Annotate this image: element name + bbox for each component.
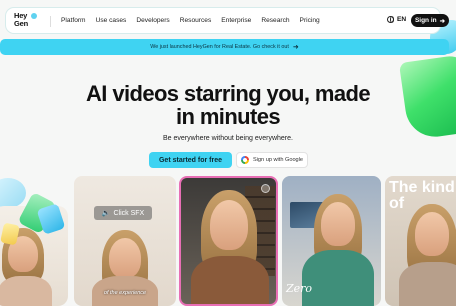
hero-title: AI videos starring you, made in minutes	[0, 82, 456, 128]
sound-effect-label: Click SFX	[113, 209, 145, 217]
nav-divider	[50, 16, 51, 27]
video-card-1[interactable]: 🔈 Click SFX of the experience	[74, 176, 176, 306]
sound-effect-chip: 🔈 Click SFX	[94, 206, 152, 220]
record-icon	[261, 184, 270, 193]
sign-in-button[interactable]: Sign in ➜	[411, 14, 449, 27]
nav-item-enterprise[interactable]: Enterprise	[221, 17, 251, 24]
avatar-body	[0, 276, 52, 306]
google-signup-button[interactable]: Sign up with Google	[236, 152, 308, 168]
nav-menu: Platform Use cases Developers Resources …	[61, 8, 330, 33]
google-icon	[240, 156, 249, 164]
arrow-right-icon: ➜	[439, 17, 446, 25]
top-navigation: Hey Gen Platform Use cases Developers Re…	[5, 7, 449, 34]
speaker-icon: 🔈	[101, 210, 111, 217]
nav-item-pricing[interactable]: Pricing	[300, 17, 320, 24]
avatar-face	[321, 202, 355, 246]
nav-item-platform[interactable]: Platform	[61, 17, 86, 24]
avatar-body	[302, 250, 374, 306]
arrow-right-icon: ➜	[292, 44, 299, 51]
nav-item-resources[interactable]: Resources	[180, 17, 212, 24]
video-overlay-text: Zero	[286, 282, 313, 295]
video-caption: of the experience	[103, 290, 147, 296]
nav-item-developers[interactable]: Developers	[136, 17, 169, 24]
hero-title-line-1: AI videos starring you, made	[86, 81, 371, 106]
video-card-3[interactable]: Zero	[282, 176, 381, 306]
video-card-2[interactable]	[179, 176, 278, 306]
nav-item-use-cases[interactable]: Use cases	[96, 17, 127, 24]
avatar-body	[191, 256, 269, 304]
video-card-4[interactable]: The kind of	[385, 176, 456, 306]
language-label: EN	[397, 16, 407, 23]
avatar-face	[210, 200, 248, 250]
avatar-face	[415, 212, 449, 256]
banner-text: We just launched HeyGen for Real Estate.…	[150, 44, 289, 50]
video-overlay-text: The kind of	[389, 179, 455, 212]
avatar-body	[399, 262, 456, 306]
nav-item-research[interactable]: Research	[261, 17, 289, 24]
get-started-button[interactable]: Get started for free	[149, 152, 232, 168]
logo-line-2: Gen	[14, 19, 28, 28]
decorative-bubble-shape	[0, 178, 26, 208]
announcement-banner[interactable]: We just launched HeyGen for Real Estate.…	[0, 39, 449, 55]
hero-title-line-2: in minutes	[175, 104, 281, 129]
heygen-logo[interactable]: Hey Gen	[14, 12, 38, 30]
hero-subtitle: Be everywhere without being everywhere.	[163, 135, 293, 142]
avatar-face	[109, 238, 141, 278]
logo-dot-icon	[31, 13, 37, 19]
language-selector[interactable]: EN	[387, 16, 406, 23]
globe-icon	[387, 16, 394, 23]
sign-in-label: Sign in	[414, 17, 437, 24]
google-signup-label: Sign up with Google	[252, 157, 304, 163]
